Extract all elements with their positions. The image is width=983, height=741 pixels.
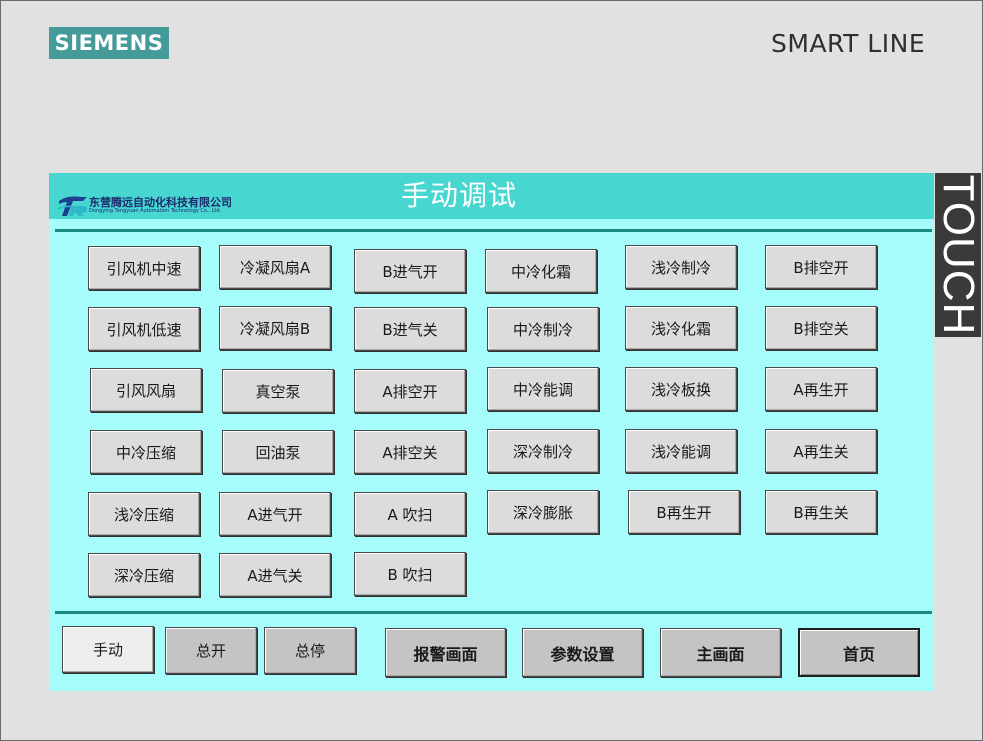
hmi-panel-bezel: SIEMENS SMART LINE TOUCH 东营腾远自动化科技有限公司 D… xyxy=(0,0,983,741)
alarm-screen-button[interactable]: 报警画面 xyxy=(385,628,506,677)
company-logo-icon xyxy=(57,196,88,216)
a-vent-open-button[interactable]: A排空开 xyxy=(354,369,466,413)
induced-fan-low-speed-button[interactable]: 引风机低速 xyxy=(88,307,200,351)
touch-side-label: TOUCH xyxy=(935,173,981,337)
a-regen-open-button[interactable]: A再生开 xyxy=(765,367,877,411)
deep-cool-expansion-button[interactable]: 深冷膨胀 xyxy=(487,490,599,534)
top-divider xyxy=(55,229,932,232)
a-purge-button[interactable]: A 吹扫 xyxy=(354,492,466,536)
oil-return-pump-button[interactable]: 回油泵 xyxy=(222,430,334,474)
shallow-cool-defrost-button[interactable]: 浅冷化霜 xyxy=(625,306,737,350)
b-regen-close-button[interactable]: B再生关 xyxy=(765,490,877,534)
deep-cool-cooling-button[interactable]: 深冷制冷 xyxy=(487,429,599,473)
b-intake-close-button[interactable]: B进气关 xyxy=(354,307,466,351)
title-bar: 东营腾远自动化科技有限公司 Dongying Tengyuan Automati… xyxy=(49,173,934,219)
hmi-screen: 东营腾远自动化科技有限公司 Dongying Tengyuan Automati… xyxy=(49,173,934,691)
mid-cool-cooling-button[interactable]: 中冷制冷 xyxy=(487,307,599,351)
b-regen-open-button[interactable]: B再生开 xyxy=(628,490,740,534)
shallow-cool-capacity-button[interactable]: 浅冷能调 xyxy=(625,429,737,473)
page-title: 手动调试 xyxy=(400,179,517,212)
siemens-logo: SIEMENS xyxy=(49,27,169,59)
induced-fan-mid-speed-button[interactable]: 引风机中速 xyxy=(88,246,200,290)
condenser-fan-a-button[interactable]: 冷凝风扇A xyxy=(219,245,331,289)
smart-line-label: SMART LINE xyxy=(771,29,926,58)
company-logo: 东营腾远自动化科技有限公司 Dongying Tengyuan Automati… xyxy=(55,194,232,218)
a-regen-close-button[interactable]: A再生关 xyxy=(765,429,877,473)
b-vent-close-button[interactable]: B排空关 xyxy=(765,306,877,350)
mid-cool-capacity-button[interactable]: 中冷能调 xyxy=(487,367,599,411)
induced-draft-fan-button[interactable]: 引风风扇 xyxy=(90,368,202,412)
shallow-cool-compressor-button[interactable]: 浅冷压缩 xyxy=(88,492,200,536)
shallow-cool-cooling-button[interactable]: 浅冷制冷 xyxy=(625,245,737,289)
b-vent-open-button[interactable]: B排空开 xyxy=(765,245,877,289)
condenser-fan-b-button[interactable]: 冷凝风扇B xyxy=(219,306,331,350)
vacuum-pump-button[interactable]: 真空泵 xyxy=(222,369,334,413)
b-intake-open-button[interactable]: B进气开 xyxy=(354,249,466,293)
deep-cool-compressor-button[interactable]: 深冷压缩 xyxy=(88,553,200,597)
company-name-en: Dongying Tengyuan Automation Technology … xyxy=(89,208,222,214)
b-purge-button[interactable]: B 吹扫 xyxy=(354,552,466,596)
a-intake-close-button[interactable]: A进气关 xyxy=(219,553,331,597)
parameter-settings-button[interactable]: 参数设置 xyxy=(522,628,643,677)
all-stop-button[interactable]: 总停 xyxy=(264,627,356,674)
bottom-divider xyxy=(55,611,932,614)
manual-mode-button[interactable]: 手动 xyxy=(62,626,154,673)
mid-cool-compressor-button[interactable]: 中冷压缩 xyxy=(90,430,202,474)
touch-label-text: TOUCH xyxy=(935,174,981,336)
a-vent-close-button[interactable]: A排空关 xyxy=(354,430,466,474)
a-intake-open-button[interactable]: A进气开 xyxy=(219,492,331,536)
all-on-button[interactable]: 总开 xyxy=(165,627,257,674)
main-screen-button[interactable]: 主画面 xyxy=(660,628,781,677)
home-page-button[interactable]: 首页 xyxy=(798,628,920,677)
shallow-cool-plate-exchanger-button[interactable]: 浅冷板换 xyxy=(625,367,737,411)
mid-cool-defrost-button[interactable]: 中冷化霜 xyxy=(485,249,597,293)
